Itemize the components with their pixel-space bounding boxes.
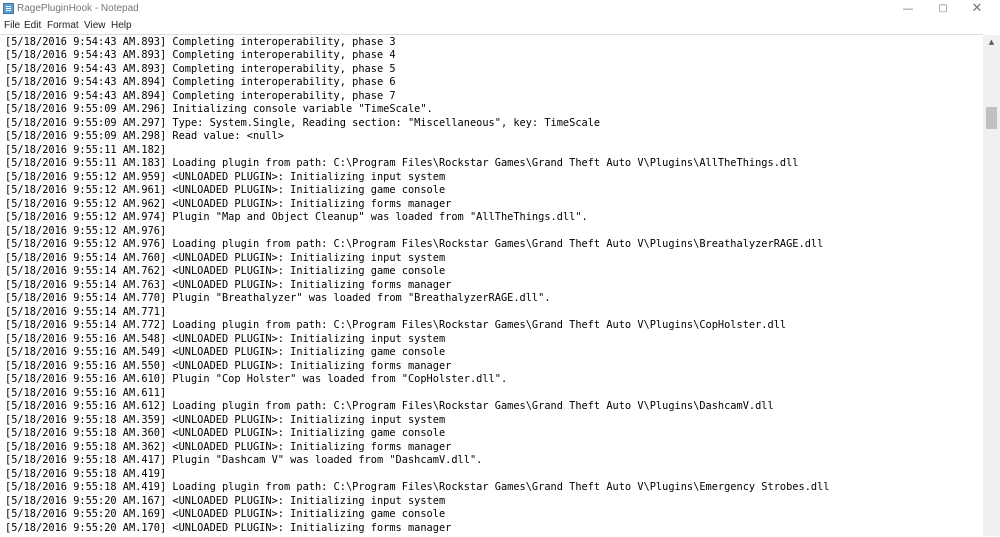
log-line: [5/18/2016 9:55:16 AM.612] Loading plugi…: [5, 400, 774, 412]
log-line: [5/18/2016 9:55:14 AM.770] Plugin "Breat…: [5, 292, 551, 304]
log-line: [5/18/2016 9:55:12 AM.959] <UNLOADED PLU…: [5, 170, 446, 183]
log-line: [5/18/2016 9:55:20 AM.167] <UNLOADED PLU…: [5, 494, 446, 507]
log-line: [5/18/2016 9:55:18 AM.359] <UNLOADED PLU…: [5, 413, 446, 426]
log-line: [5/18/2016 9:55:16 AM.611]: [5, 386, 167, 399]
log-line: [5/18/2016 9:54:43 AM.893] Completing in…: [5, 62, 396, 75]
log-line: [5/18/2016 9:55:20 AM.170] <UNLOADED PLU…: [5, 521, 452, 534]
close-button[interactable]: ✕: [960, 0, 994, 18]
log-line: [5/18/2016 9:55:14 AM.760] <UNLOADED PLU…: [5, 251, 446, 264]
log-line: [5/18/2016 9:55:09 AM.298] Read value: <…: [5, 130, 284, 142]
log-line: [5/18/2016 9:55:16 AM.549] <UNLOADED PLU…: [5, 346, 446, 358]
vertical-scrollbar[interactable]: ▲: [983, 35, 1000, 536]
text-editor-area[interactable]: [5/18/2016 9:54:43 AM.893] Completing in…: [0, 34, 983, 537]
log-line: [5/18/2016 9:55:12 AM.961] <UNLOADED PLU…: [5, 184, 446, 196]
log-line: [5/18/2016 9:55:12 AM.962] <UNLOADED PLU…: [5, 197, 452, 210]
log-line: [5/18/2016 9:55:16 AM.610] Plugin "Cop H…: [5, 373, 508, 385]
log-line: [5/18/2016 9:54:43 AM.894] Completing in…: [5, 76, 396, 88]
log-line: [5/18/2016 9:55:12 AM.976] Loading plugi…: [5, 238, 824, 250]
log-line: [5/18/2016 9:55:18 AM.419] Loading plugi…: [5, 481, 830, 493]
menu-format[interactable]: Format: [47, 19, 79, 32]
log-line: [5/18/2016 9:55:16 AM.550] <UNLOADED PLU…: [5, 359, 452, 372]
log-line: [5/18/2016 9:55:11 AM.183] Loading plugi…: [5, 157, 799, 169]
maximize-button[interactable]: ▢: [926, 0, 960, 18]
log-line: [5/18/2016 9:55:20 AM.169] <UNLOADED PLU…: [5, 508, 446, 520]
log-line: [5/18/2016 9:55:18 AM.362] <UNLOADED PLU…: [5, 440, 452, 453]
log-line: [5/18/2016 9:55:11 AM.182]: [5, 143, 167, 156]
log-line: [5/18/2016 9:54:43 AM.894] Completing in…: [5, 89, 396, 102]
log-line: [5/18/2016 9:55:12 AM.974] Plugin "Map a…: [5, 211, 588, 223]
log-line: [5/18/2016 9:55:18 AM.360] <UNLOADED PLU…: [5, 427, 446, 439]
log-line: [5/18/2016 9:55:14 AM.772] Loading plugi…: [5, 319, 787, 331]
minimize-button[interactable]: —: [891, 0, 925, 18]
log-line: [5/18/2016 9:54:43 AM.893] Completing in…: [5, 49, 396, 61]
log-line: [5/18/2016 9:55:09 AM.296] Initializing …: [5, 103, 433, 115]
scrollbar-thumb[interactable]: [986, 107, 997, 129]
title-bar[interactable]: RagePluginHook - Notepad — ▢ ✕: [0, 0, 1000, 18]
log-line: [5/18/2016 9:55:18 AM.419]: [5, 467, 167, 480]
log-line: [5/18/2016 9:55:14 AM.763] <UNLOADED PLU…: [5, 278, 452, 291]
menu-help[interactable]: Help: [111, 19, 132, 32]
log-line: [5/18/2016 9:55:16 AM.548] <UNLOADED PLU…: [5, 332, 446, 345]
scroll-up-arrow-icon[interactable]: ▲: [983, 35, 1000, 49]
menu-file[interactable]: File: [4, 19, 20, 32]
menu-edit[interactable]: Edit: [24, 19, 41, 32]
menu-bar: File Edit Format View Help: [0, 18, 1000, 34]
log-line: [5/18/2016 9:55:18 AM.417] Plugin "Dashc…: [5, 454, 483, 466]
log-line: [5/18/2016 9:54:43 AM.893] Completing in…: [5, 35, 396, 48]
window-title: RagePluginHook - Notepad: [17, 3, 139, 14]
notepad-icon: [3, 3, 14, 14]
log-line: [5/18/2016 9:55:14 AM.771]: [5, 305, 167, 318]
log-line: [5/18/2016 9:55:09 AM.297] Type: System.…: [5, 116, 601, 129]
log-line: [5/18/2016 9:55:14 AM.762] <UNLOADED PLU…: [5, 265, 446, 277]
log-line: [5/18/2016 9:55:12 AM.976]: [5, 224, 167, 237]
menu-view[interactable]: View: [84, 19, 106, 32]
